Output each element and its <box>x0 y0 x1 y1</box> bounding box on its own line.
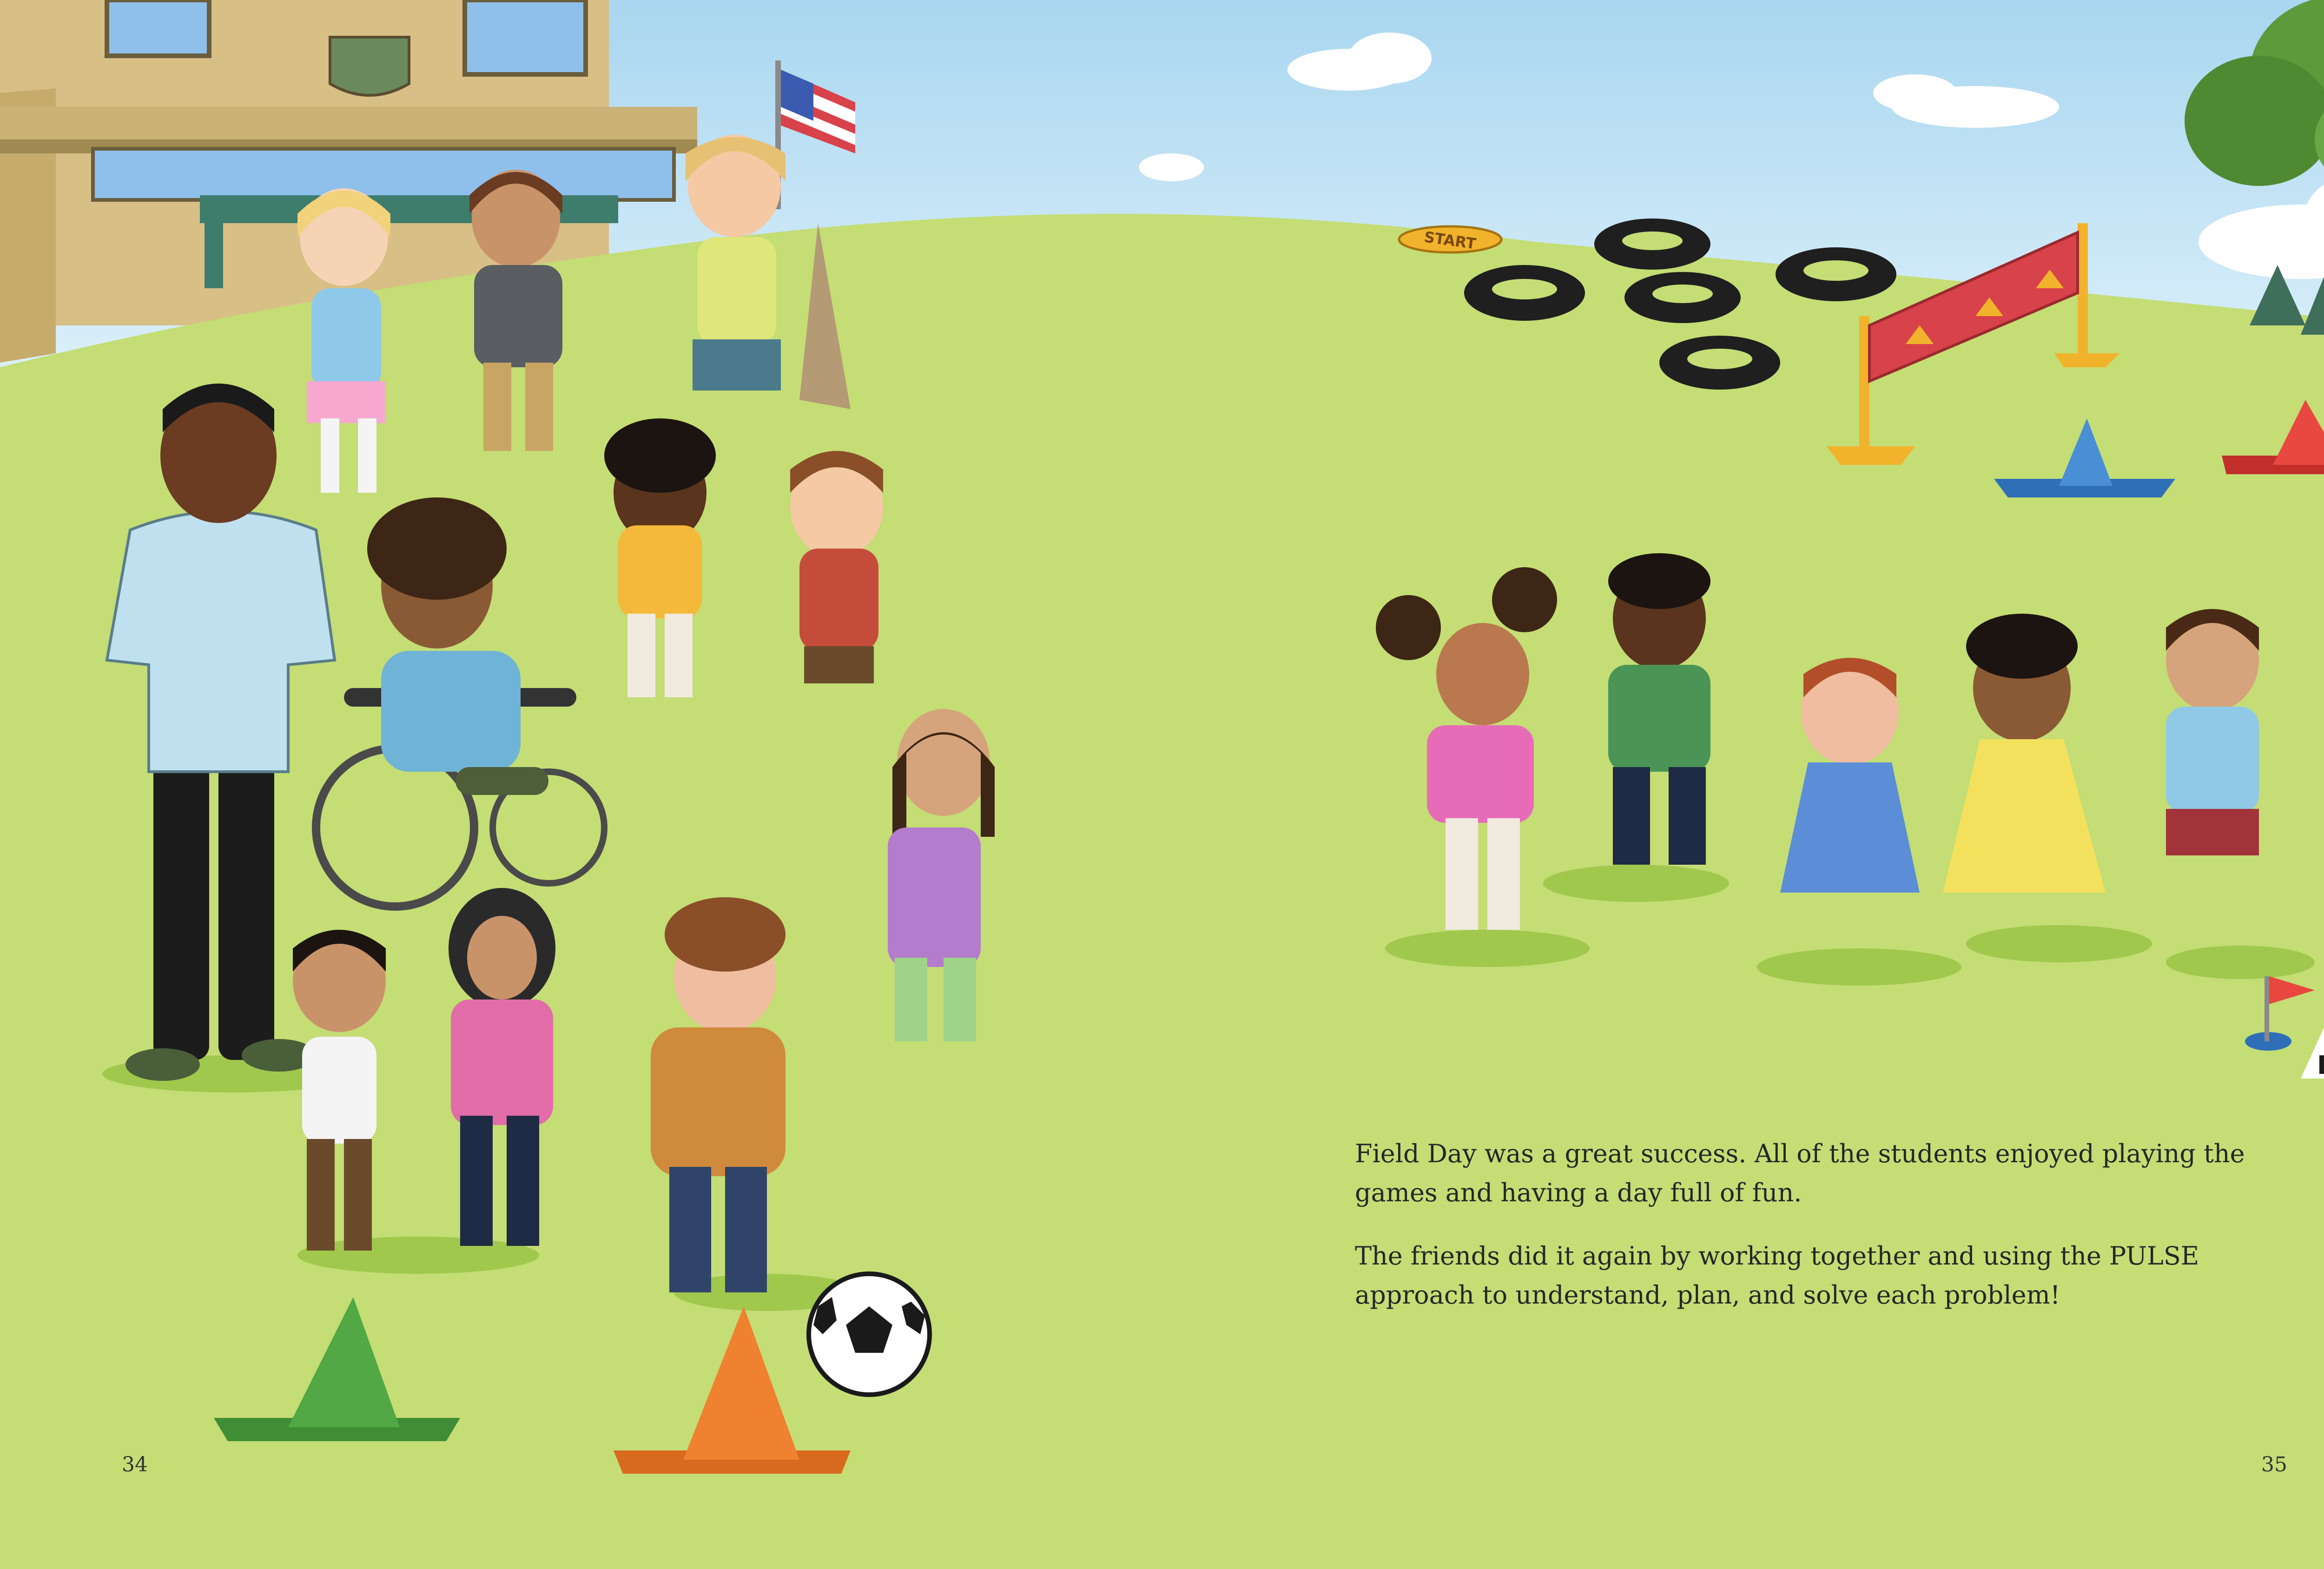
story-paragraph-2: The friends did it again by working toge… <box>1355 1241 2199 1310</box>
child-figure <box>2166 609 2259 855</box>
soccer-ball-icon <box>806 1271 932 1397</box>
book-spread: START Field Day was a great success. All… <box>0 0 2324 1569</box>
start-sign: START <box>1398 225 1503 254</box>
child-figure <box>790 451 883 683</box>
page-number-left: 34 <box>122 1453 148 1476</box>
page-number-right: 35 <box>2261 1453 2287 1476</box>
story-paragraph-1: Field Day was a great success. All of th… <box>1355 1139 2245 1207</box>
story-text: Field Day was a great success. All of th… <box>1355 1134 2284 1339</box>
